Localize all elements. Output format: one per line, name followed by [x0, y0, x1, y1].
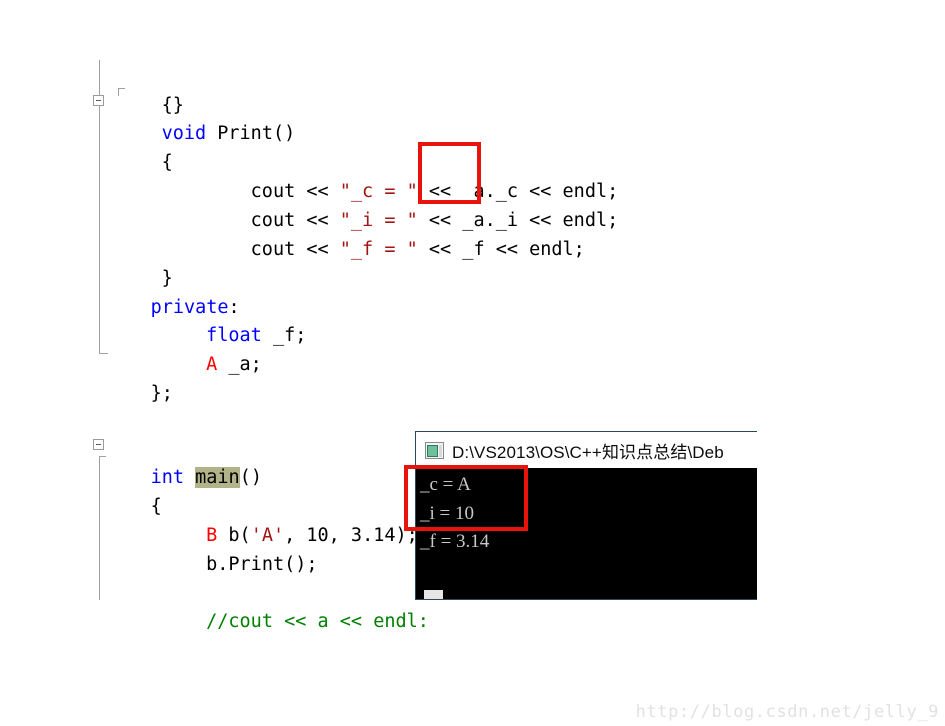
code-token: << _f << endl; — [417, 239, 585, 260]
code-token-type: A — [206, 354, 218, 375]
code-editor[interactable]: {} void Print() { cout << "_c = " << _a.… — [0, 0, 945, 726]
code-token: Print() — [206, 123, 296, 144]
fold-toggle-main-function[interactable] — [93, 439, 104, 450]
code-token: _a; — [217, 354, 262, 375]
annotation-box-member-access — [418, 142, 481, 204]
annotation-box-console-output — [404, 465, 528, 531]
console-output-line: _f = 3.14 — [420, 531, 490, 552]
watermark-url: http://blog.csdn.net/jelly_9 — [635, 702, 939, 722]
code-token-comment: //cout << a << endl: — [206, 611, 429, 632]
console-window-icon — [425, 441, 444, 459]
code-line[interactable]: //cout << a << endl: — [117, 578, 429, 665]
code-token: _f; — [261, 325, 307, 346]
code-token-string: "_f = " — [339, 239, 418, 260]
fold-toggle-print-method[interactable] — [93, 95, 104, 106]
console-cursor — [424, 590, 443, 599]
code-token: }; — [150, 383, 173, 404]
console-title-text: D:\VS2013\OS\C++知识点总结\Deb — [452, 442, 724, 462]
code-token: cout << — [250, 239, 340, 260]
code-line[interactable]: }; — [106, 350, 173, 437]
code-token-highlighted-identifier: main — [195, 467, 240, 488]
code-token: b.Print(); — [206, 554, 318, 575]
indent-guide-main-body — [99, 456, 100, 600]
code-token: () — [239, 467, 262, 488]
indent-guide-main-tick — [99, 456, 106, 457]
console-titlebar[interactable]: D:\VS2013\OS\C++知识点总结\Deb — [416, 432, 757, 468]
